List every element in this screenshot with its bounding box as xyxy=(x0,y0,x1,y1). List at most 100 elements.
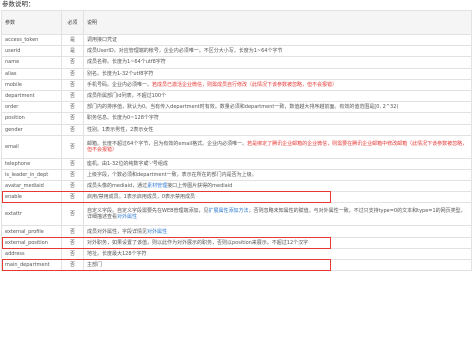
required-cell: 否 xyxy=(61,157,84,170)
param-name-cell: access_token xyxy=(1,33,62,47)
param-name-cell: order xyxy=(1,101,62,114)
description-text: 职务信息。长度为0~128个字符 xyxy=(87,115,159,122)
required-cell: 否 xyxy=(61,225,84,238)
description-text: 地址。长度最大128个字符 xyxy=(87,250,147,257)
doc-link[interactable]: 扩展属性添加方法 xyxy=(209,208,249,214)
description-text: 成员对外属性，字段详情见 xyxy=(87,228,148,235)
required-cell: 否 xyxy=(61,236,84,249)
param-name-cell: extattr xyxy=(1,202,62,227)
description-cell: 成员对外属性，字段详情见对外属性 xyxy=(83,225,472,238)
description-text: 性别。1表示男性，2表示女性 xyxy=(87,126,154,133)
table-row: is_leader_in_dept 否上级字段，个数必须和department一致… xyxy=(1,168,472,182)
param-name-cell: external_profile xyxy=(1,225,62,238)
param-name-cell: telephone xyxy=(1,157,62,170)
description-text: 别名。长度为1-32个utf8字符 xyxy=(87,70,154,77)
table-row: external_profile 否成员对外属性，字段详情见对外属性 xyxy=(1,225,472,238)
description-cell: 职务信息。长度为0~128个字符 xyxy=(83,112,472,125)
doc-link[interactable]: 素材管理 xyxy=(147,183,167,189)
description-text: 成员名称。长度为1~64个utf8字符 xyxy=(87,59,166,66)
description-cell: 成员名称。长度为1~64个utf8字符 xyxy=(83,56,472,69)
table-row: mobile 否手机号码。企业内必须唯一。若成员已激活企业微信，则需成员自行修改（… xyxy=(1,78,472,91)
description-cell: 上级字段，个数必须和department一致，表示在所在的部门内是否为上级。 xyxy=(83,168,472,182)
description-text: 座机。由1-32位的纯数字或'-'号组成 xyxy=(87,160,168,167)
required-cell: 否 xyxy=(61,134,84,159)
param-name-cell: name xyxy=(1,56,62,69)
description-cell: 自定义字段。自定义字段需要先在WEB管理端添加，见扩展属性添加方法，否则忽略未知… xyxy=(83,202,472,227)
header-param: 参数 xyxy=(1,10,62,35)
param-name-cell: alias xyxy=(1,67,62,80)
required-cell: 否 xyxy=(61,168,84,182)
param-table: 参数 必须 说明 access_token 是调用接口凭证 userid 是成员Use… xyxy=(1,10,472,272)
param-name-cell: email xyxy=(1,134,62,159)
table-row: external_position 否对外职务，如果设置了该值，则以此作为对外展示… xyxy=(1,236,472,249)
description-cell: 调用接口凭证 xyxy=(83,33,472,47)
header-required: 必须 xyxy=(61,10,84,35)
description-cell: 手机号码。企业内必须唯一。若成员已激活企业微信，则需成员自行修改（此情况下该参数… xyxy=(83,78,472,91)
header-desc: 说明 xyxy=(83,10,472,35)
description-text: 启用/禁用成员。1表示启用成员，0表示禁用成员 xyxy=(87,194,196,201)
description-text: 部门内的排序值，默认为0。当有传入department时有效。数量必须和depa… xyxy=(87,104,399,111)
description-text: 主部门 xyxy=(87,262,103,269)
table-row: access_token 是调用接口凭证 xyxy=(1,33,472,47)
description-cell: 部门内的排序值，默认为0。当有传入department时有效。数量必须和depa… xyxy=(83,101,472,114)
table-row: address 否地址。长度最大128个字符 xyxy=(1,247,472,261)
param-name-cell: external_position xyxy=(1,236,62,249)
param-name-cell: gender xyxy=(1,123,62,136)
description-cell: 成员头像的mediaid，通过素材管理接口上传图片获得的mediaid xyxy=(83,180,472,193)
description-cell: 成员所属部门id列表，不超过100个 xyxy=(83,89,472,103)
param-name-cell: address xyxy=(1,247,62,261)
description-cell: 邮箱。长度不超过64个字节，且为有效的email格式。企业内必须唯一。若是绑定了… xyxy=(83,134,472,159)
required-cell: 否 xyxy=(61,78,84,91)
required-cell: 是 xyxy=(61,33,84,47)
required-cell: 否 xyxy=(61,258,84,272)
param-name-cell: mobile xyxy=(1,78,62,91)
table-row: name 否成员名称。长度为1~64个utf8字符 xyxy=(1,56,472,69)
description-text: 成员所属部门id列表，不超过100个 xyxy=(87,93,167,100)
description-cell: 性别。1表示男性，2表示女性 xyxy=(83,123,472,136)
param-name-cell: main_department xyxy=(1,258,62,272)
table-row: telephone 否座机。由1-32位的纯数字或'-'号组成 xyxy=(1,157,472,170)
description-text: 手机号码。企业内必须唯一。 xyxy=(87,81,153,88)
param-name-cell: enable xyxy=(1,191,62,204)
required-cell: 否 xyxy=(61,67,84,80)
warning-text: 若成员已激活企业微信，则需成员自行修改（此情况下该参数被忽略，但不会报错） xyxy=(152,81,338,88)
description-text: 对外职务，如果设置了该值，则以此作为对外展示的职务，否则以position来展示… xyxy=(87,239,309,246)
table-row: avatar_mediaid 否成员头像的mediaid，通过素材管理接口上传图片… xyxy=(1,180,472,193)
description-cell: 别名。长度为1-32个utf8字符 xyxy=(83,67,472,80)
param-name-cell: avatar_mediaid xyxy=(1,180,62,193)
description-cell: 地址。长度最大128个字符 xyxy=(83,247,472,261)
table-row: alias 否别名。长度为1-32个utf8字符 xyxy=(1,67,472,80)
required-cell: 否 xyxy=(61,112,84,125)
description-cell: 主部门 xyxy=(83,258,472,272)
table-row: extattr 否自定义字段。自定义字段需要先在WEB管理端添加，见扩展属性添加方… xyxy=(1,202,472,227)
table-row: enable 否启用/禁用成员。1表示启用成员，0表示禁用成员 xyxy=(1,191,472,204)
required-cell: 否 xyxy=(61,101,84,114)
required-cell: 否 xyxy=(61,180,84,193)
table-row: userid 是成员UserID。对应管理端的帐号，企业内必须唯一。不区分大小写，… xyxy=(1,45,472,58)
required-cell: 是 xyxy=(61,45,84,58)
required-cell: 否 xyxy=(61,56,84,69)
description-cell: 对外职务，如果设置了该值，则以此作为对外展示的职务，否则以position来展示… xyxy=(83,236,472,249)
description-text: 成员头像的mediaid，通过 xyxy=(87,183,148,190)
required-cell: 否 xyxy=(61,191,84,204)
table-row: position 否职务信息。长度为0~128个字符 xyxy=(1,112,472,125)
required-cell: 否 xyxy=(61,123,84,136)
description-cell: 座机。由1-32位的纯数字或'-'号组成 xyxy=(83,157,472,170)
table-row: order 否部门内的排序值，默认为0。当有传入department时有效。数量必… xyxy=(1,101,472,114)
description-text: 接口上传图片获得的mediaid xyxy=(167,183,233,190)
description-cell: 成员UserID。对应管理端的帐号，企业内必须唯一。不区分大小写，长度为1~64… xyxy=(83,45,472,58)
table-row: email 否邮箱。长度不超过64个字节，且为有效的email格式。企业内必须唯一… xyxy=(1,134,472,159)
doc-link[interactable]: 对外属性 xyxy=(117,214,137,220)
table-row: gender 否性别。1表示男性，2表示女性 xyxy=(1,123,472,136)
required-cell: 否 xyxy=(61,89,84,103)
description-text: 调用接口凭证 xyxy=(87,37,118,44)
param-name-cell: department xyxy=(1,89,62,103)
param-name-cell: position xyxy=(1,112,62,125)
table-row: department 否成员所属部门id列表，不超过100个 xyxy=(1,89,472,103)
param-name-cell: userid xyxy=(1,45,62,58)
doc-page: 参数说明： 参数 必须 说明 access_token 是调用接口凭证 userid… xyxy=(0,0,474,343)
doc-link[interactable]: 对外属性 xyxy=(147,229,167,235)
required-cell: 否 xyxy=(61,247,84,261)
section-title: 参数说明： xyxy=(2,0,35,8)
required-cell: 否 xyxy=(61,202,84,227)
